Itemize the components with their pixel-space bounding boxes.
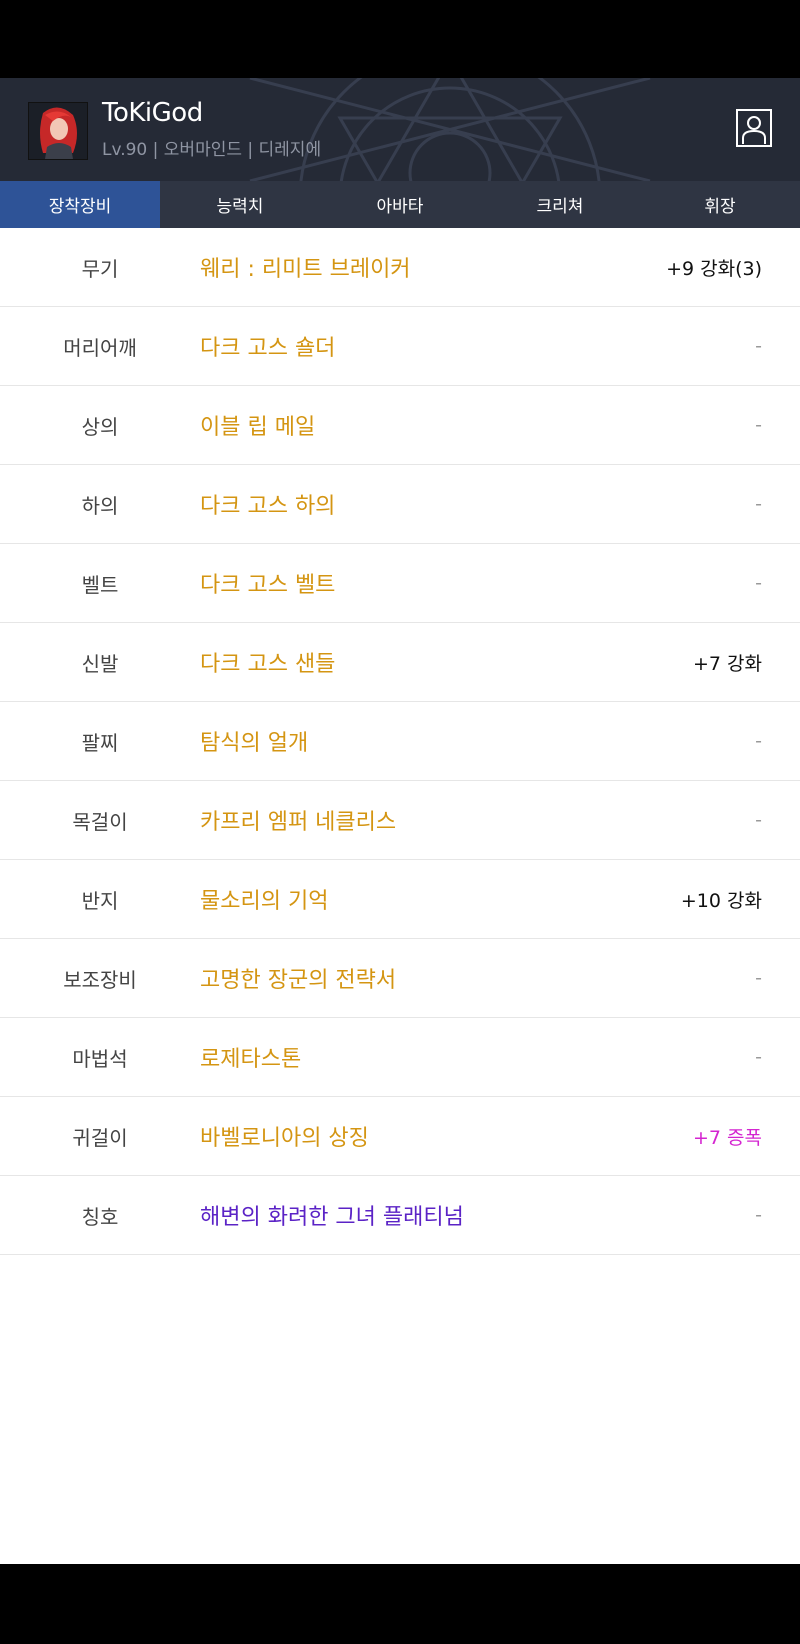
item-name: 다크 고스 벨트 <box>200 573 336 598</box>
emblem-background <box>249 78 651 181</box>
item-bonus: - <box>755 572 762 594</box>
equipment-row-shoes[interactable]: 신발 다크 고스 샌들 +7 강화 <box>0 623 800 702</box>
item-name: 카프리 엠퍼 네클리스 <box>200 810 397 835</box>
item-bonus: - <box>755 1046 762 1068</box>
slot-label: 목걸이 <box>72 809 128 834</box>
equipment-row-shoulder[interactable]: 머리어깨 다크 고스 숄더 - <box>0 307 800 386</box>
tab-creature[interactable]: 크리쳐 <box>480 181 640 228</box>
equipment-row-ring[interactable]: 반지 물소리의 기억 +10 강화 <box>0 860 800 939</box>
profile-button[interactable] <box>736 109 772 147</box>
tab-stats[interactable]: 능력치 <box>160 181 320 228</box>
equipment-list: 무기 웨리 : 리미트 브레이커 +9 강화(3) 머리어깨 다크 고스 숄더 … <box>0 228 800 1564</box>
character-avatar <box>28 102 88 160</box>
slot-label: 머리어깨 <box>63 335 137 360</box>
item-name: 다크 고스 샌들 <box>200 652 336 677</box>
equipment-row-earring[interactable]: 귀걸이 바벨로니아의 상징 +7 증폭 <box>0 1097 800 1176</box>
item-name: 바벨로니아의 상징 <box>200 1126 369 1151</box>
item-name: 다크 고스 하의 <box>200 494 336 519</box>
slot-label: 마법석 <box>72 1046 128 1071</box>
item-name: 물소리의 기억 <box>200 889 329 914</box>
item-bonus: - <box>755 967 762 989</box>
item-bonus: +10 강화 <box>680 889 762 912</box>
equipment-row-bottom[interactable]: 하의 다크 고스 하의 - <box>0 465 800 544</box>
item-name: 다크 고스 숄더 <box>200 336 336 361</box>
equipment-row-support[interactable]: 보조장비 고명한 장군의 전략서 - <box>0 939 800 1018</box>
item-bonus: - <box>755 1204 762 1226</box>
character-info: Lv.90 | 오버마인드 | 디레지에 <box>102 140 322 160</box>
tab-avatar[interactable]: 아바타 <box>320 181 480 228</box>
person-icon <box>742 116 766 144</box>
item-name: 웨리 : 리미트 브레이커 <box>200 257 411 282</box>
item-name: 로제타스톤 <box>200 1047 302 1072</box>
item-bonus: +7 증폭 <box>692 1126 762 1149</box>
slot-label: 상의 <box>81 414 119 439</box>
item-bonus: - <box>755 493 762 515</box>
item-bonus: - <box>755 809 762 831</box>
item-bonus: +9 강화(3) <box>666 257 762 280</box>
item-bonus: +7 강화 <box>692 652 762 675</box>
item-name: 고명한 장군의 전략서 <box>200 968 397 993</box>
item-name: 해변의 화려한 그녀 플래티넘 <box>200 1205 464 1230</box>
slot-label: 보조장비 <box>63 967 137 992</box>
equipment-row-bracelet[interactable]: 팔찌 탐식의 얼개 - <box>0 702 800 781</box>
status-bar <box>0 0 800 78</box>
character-header: ToKiGod Lv.90 | 오버마인드 | 디레지에 <box>0 78 800 181</box>
equipment-row-magic-stone[interactable]: 마법석 로제타스톤 - <box>0 1018 800 1097</box>
character-name: ToKiGod <box>102 98 203 128</box>
item-name: 탐식의 얼개 <box>200 731 309 756</box>
slot-label: 벨트 <box>81 572 119 597</box>
item-bonus: - <box>755 414 762 436</box>
slot-label: 팔찌 <box>81 730 119 755</box>
slot-label: 칭호 <box>81 1204 119 1229</box>
slot-label: 반지 <box>81 888 119 913</box>
equipment-row-weapon[interactable]: 무기 웨리 : 리미트 브레이커 +9 강화(3) <box>0 228 800 307</box>
equipment-row-necklace[interactable]: 목걸이 카프리 엠퍼 네클리스 - <box>0 781 800 860</box>
equipment-row-title[interactable]: 칭호 해변의 화려한 그녀 플래티넘 - <box>0 1176 800 1255</box>
item-bonus: - <box>755 335 762 357</box>
tab-emblem[interactable]: 휘장 <box>640 181 800 228</box>
equipment-row-belt[interactable]: 벨트 다크 고스 벨트 - <box>0 544 800 623</box>
character-portrait-icon <box>40 107 77 159</box>
equipment-row-top[interactable]: 상의 이블 립 메일 - <box>0 386 800 465</box>
item-bonus: - <box>755 730 762 752</box>
slot-label: 하의 <box>81 493 119 518</box>
navigation-bar <box>0 1564 800 1643</box>
slot-label: 무기 <box>81 256 119 281</box>
tab-equipment[interactable]: 장착장비 <box>0 181 160 228</box>
slot-label: 신발 <box>81 651 119 676</box>
tab-bar: 장착장비 능력치 아바타 크리쳐 휘장 <box>0 181 800 228</box>
slot-label: 귀걸이 <box>72 1125 128 1150</box>
item-name: 이블 립 메일 <box>200 415 316 440</box>
